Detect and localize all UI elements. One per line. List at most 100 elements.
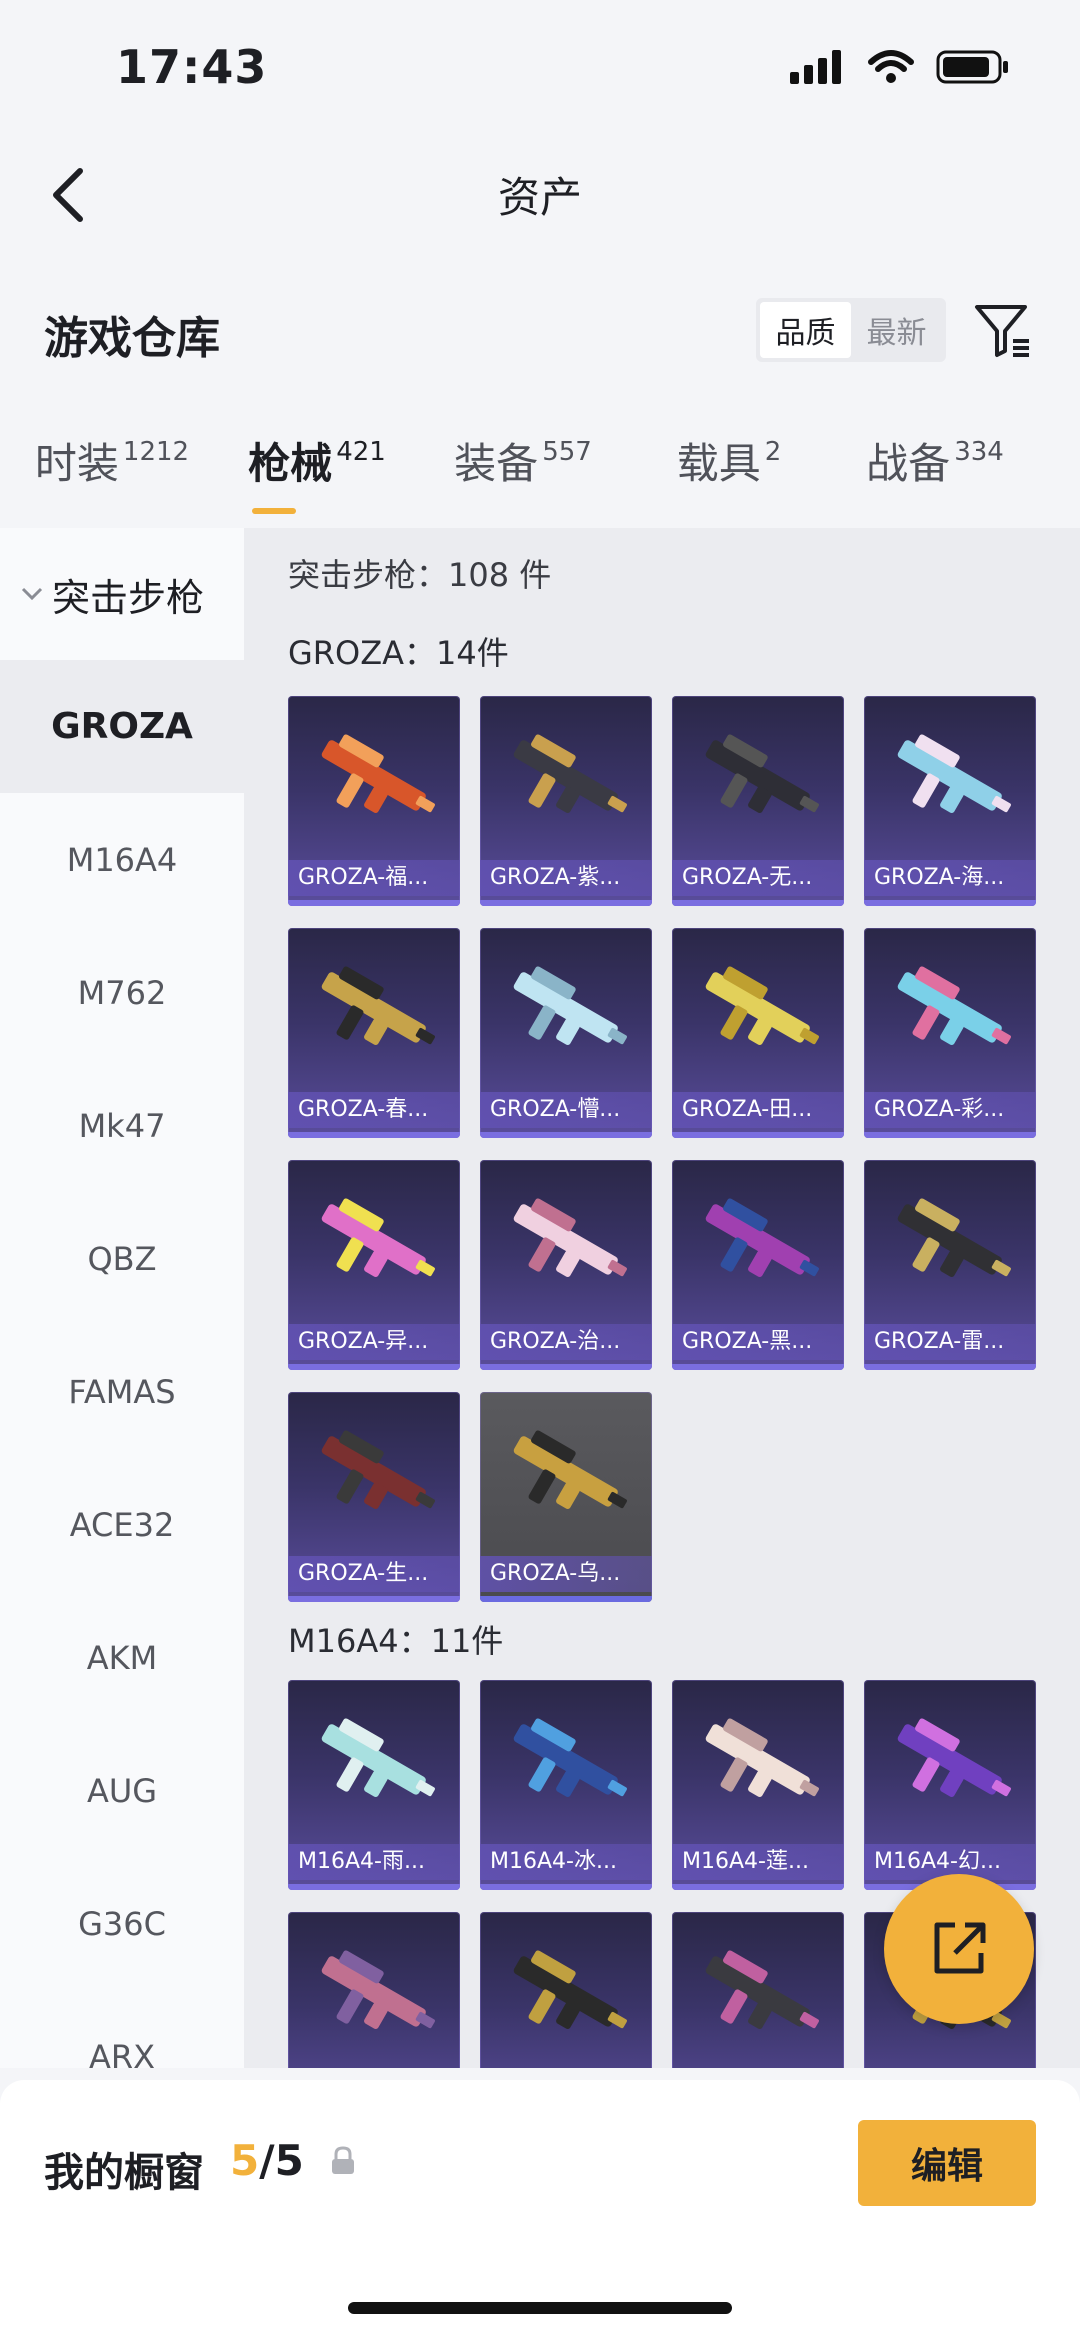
weapon-card-label: GROZA-雷...: [864, 1324, 1036, 1360]
weapon-card-label: GROZA-海...: [864, 860, 1036, 896]
section-title: 游戏仓库: [44, 313, 220, 364]
weapon-icon: [513, 1718, 627, 1798]
weapon-card[interactable]: GROZA-海...: [864, 696, 1036, 906]
wifi-icon: [868, 50, 914, 83]
weapon-card-label: GROZA-无...: [672, 860, 844, 896]
groza-grid: GROZA-福... GROZA-紫... GROZA-无... GROZA-海...…: [288, 696, 1036, 1602]
weapon-icon: [513, 966, 627, 1046]
weapon-card-label: M16A4-雨...: [288, 1844, 460, 1880]
weapon-card[interactable]: GROZA-治...: [480, 1160, 652, 1370]
tab-vehicles[interactable]: 载具 2: [626, 430, 832, 530]
edit-button[interactable]: 编辑: [858, 2120, 1036, 2206]
weapon-card[interactable]: [480, 1912, 652, 2068]
weapon-card[interactable]: GROZA-懵...: [480, 928, 652, 1138]
weapon-card[interactable]: [288, 1912, 460, 2068]
weapon-card-label: GROZA-福...: [288, 860, 460, 896]
home-indicator: [348, 2302, 732, 2314]
tab-label: 战备: [866, 439, 951, 488]
weapon-icon: [513, 1198, 627, 1278]
showcase-label: 我的橱窗: [44, 2150, 204, 2196]
weapon-icon: [897, 1718, 1011, 1798]
weapon-card[interactable]: GROZA-彩...: [864, 928, 1036, 1138]
weapon-sidebar: 突击步枪 GROZA M16A4 M762 Mk47 QBZ FAMAS ACE…: [0, 528, 244, 2068]
weapon-card[interactable]: GROZA-无...: [672, 696, 844, 906]
tab-count: 421: [336, 437, 386, 467]
showcase-count: 5/5: [230, 2136, 304, 2185]
weapon-icon: [513, 1950, 627, 2030]
filter-button[interactable]: [970, 298, 1036, 364]
share-button[interactable]: [884, 1874, 1034, 2024]
weapon-card[interactable]: GROZA-异...: [288, 1160, 460, 1370]
weapon-card-label: GROZA-田...: [672, 1092, 844, 1128]
weapon-icon: [321, 1430, 435, 1510]
weapon-card[interactable]: GROZA-春...: [288, 928, 460, 1138]
weapon-card-label: GROZA-治...: [480, 1324, 652, 1360]
sort-toggle: 品质 最新: [756, 298, 946, 362]
weapon-icon: [897, 966, 1011, 1046]
group-label-groza: GROZA：14件: [288, 634, 509, 672]
tab-count: 334: [954, 437, 1004, 467]
status-icons: [790, 50, 1010, 84]
weapon-card[interactable]: GROZA-黑...: [672, 1160, 844, 1370]
showcase-current: 5: [230, 2136, 260, 2185]
status-bar: 17:43: [0, 0, 1080, 130]
sidebar-item-g36c[interactable]: G36C: [0, 1857, 244, 1990]
weapon-card[interactable]: GROZA-福...: [288, 696, 460, 906]
tab-label: 时装: [34, 439, 119, 488]
tab-active-indicator: [252, 508, 296, 514]
weapon-icon: [321, 1718, 435, 1798]
weapon-icon: [897, 734, 1011, 814]
sort-newest-button[interactable]: 最新: [851, 302, 942, 358]
weapon-card-label: GROZA-春...: [288, 1092, 460, 1128]
weapon-card[interactable]: M16A4-幻...: [864, 1680, 1036, 1890]
weapon-card[interactable]: GROZA-紫...: [480, 696, 652, 906]
lock-icon: [332, 2146, 354, 2174]
weapon-content: 突击步枪：108 件 GROZA：14件 GROZA-福... GROZA-紫..…: [244, 528, 1080, 2068]
weapon-card[interactable]: GROZA-雷...: [864, 1160, 1036, 1370]
filter-icon: [975, 305, 1029, 357]
sidebar-item-mk47[interactable]: Mk47: [0, 1059, 244, 1192]
weapon-card[interactable]: M16A4-雨...: [288, 1680, 460, 1890]
tab-label: 载具: [676, 439, 761, 488]
weapon-icon: [321, 966, 435, 1046]
sidebar-item-akm[interactable]: AKM: [0, 1591, 244, 1724]
sidebar-item-arx[interactable]: ARX: [0, 1990, 244, 2069]
weapon-icon: [321, 1950, 435, 2030]
sidebar-item-qbz[interactable]: QBZ: [0, 1192, 244, 1325]
share-icon: [934, 1922, 986, 1974]
tab-equipment[interactable]: 装备 557: [420, 430, 626, 530]
bottom-bar: 我的橱窗 5/5 编辑: [0, 2080, 1080, 2337]
weapon-card[interactable]: [672, 1912, 844, 2068]
signal-icon: [790, 50, 841, 84]
tab-label: 装备: [454, 439, 539, 488]
weapon-card[interactable]: GROZA-生...: [288, 1392, 460, 1602]
sidebar-item-aug[interactable]: AUG: [0, 1724, 244, 1857]
weapon-icon: [321, 1198, 435, 1278]
weapon-card-label: GROZA-懵...: [480, 1092, 652, 1128]
tab-firearms[interactable]: 枪械 421: [214, 430, 420, 530]
weapon-card-label: GROZA-彩...: [864, 1092, 1036, 1128]
weapon-card[interactable]: GROZA-乌...: [480, 1392, 652, 1602]
weapon-card-label: GROZA-异...: [288, 1324, 460, 1360]
weapon-icon: [513, 734, 627, 814]
sidebar-item-famas[interactable]: FAMAS: [0, 1325, 244, 1458]
tab-supplies[interactable]: 战备 334: [832, 430, 1038, 530]
category-tabs: 时装 1212 枪械 421 装备 557 载具 2 战备 334: [0, 430, 1080, 530]
weapon-card-label: GROZA-紫...: [480, 860, 652, 896]
weapon-card[interactable]: M16A4-莲...: [672, 1680, 844, 1890]
tab-fashion[interactable]: 时装 1212: [0, 430, 214, 530]
sidebar-item-ace32[interactable]: ACE32: [0, 1458, 244, 1591]
sidebar-category-assault-rifles[interactable]: 突击步枪: [0, 528, 244, 660]
tab-count: 1212: [122, 437, 190, 467]
sort-quality-button[interactable]: 品质: [760, 302, 851, 358]
weapon-card[interactable]: GROZA-田...: [672, 928, 844, 1138]
sidebar-item-m762[interactable]: M762: [0, 926, 244, 1059]
sidebar-item-m16a4[interactable]: M16A4: [0, 793, 244, 926]
section-header: 游戏仓库 品质 最新: [0, 280, 1080, 380]
sidebar-category-label: 突击步枪: [52, 575, 205, 620]
weapon-card[interactable]: M16A4-冰...: [480, 1680, 652, 1890]
sidebar-item-groza[interactable]: GROZA: [0, 660, 244, 793]
weapon-icon: [705, 1198, 819, 1278]
weapon-card-label: M16A4-冰...: [480, 1844, 652, 1880]
weapon-icon: [705, 966, 819, 1046]
